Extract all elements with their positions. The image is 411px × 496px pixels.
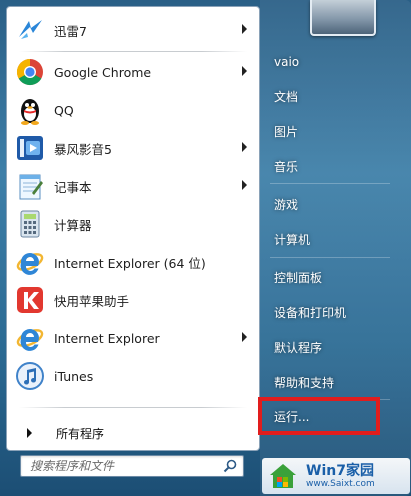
- right-item-label: vaio: [274, 55, 300, 69]
- right-item-label: 文档: [274, 89, 299, 104]
- search-icon[interactable]: [223, 459, 237, 473]
- right-item-pictures[interactable]: 图片: [262, 118, 400, 144]
- program-item-baofeng[interactable]: 暴风影音5: [11, 130, 257, 166]
- run-highlight-box: [258, 397, 380, 435]
- right-item-label: 音乐: [274, 159, 299, 174]
- program-label: QQ: [54, 102, 74, 118]
- divider: [19, 407, 247, 408]
- all-programs-label: 所有程序: [56, 426, 105, 441]
- program-label: 暴风影音5: [54, 141, 112, 157]
- chrome-icon: [14, 56, 46, 88]
- submenu-arrow-icon[interactable]: [242, 332, 247, 342]
- program-item-chrome[interactable]: Google Chrome: [11, 54, 257, 90]
- program-item-notepad[interactable]: 记事本: [11, 168, 257, 204]
- submenu-arrow-icon[interactable]: [242, 24, 247, 34]
- divider: [270, 183, 390, 184]
- right-item-label: 设备和打印机: [274, 305, 347, 320]
- start-menu: 迅雷7 Google Chrome QQ 暴风影音5 记事本 计算器 Inter…: [0, 0, 411, 496]
- right-item-computer[interactable]: 计算机: [262, 226, 400, 252]
- program-item-ie[interactable]: Internet Explorer: [11, 320, 257, 356]
- right-item-documents[interactable]: 文档: [262, 83, 400, 109]
- right-item-devices-printers[interactable]: 设备和打印机: [262, 299, 400, 325]
- right-item-default-programs[interactable]: 默认程序: [262, 334, 400, 360]
- divider: [270, 257, 390, 258]
- program-item-calculator[interactable]: 计算器: [11, 206, 257, 242]
- watermark-url: www.Saixt.com: [306, 479, 375, 489]
- all-programs-button[interactable]: 所有程序: [11, 421, 257, 445]
- program-label: Internet Explorer (64 位): [54, 255, 206, 271]
- ie-icon: [14, 246, 46, 278]
- watermark: Win7家园 www.Saixt.com: [262, 458, 410, 494]
- program-label: 记事本: [54, 179, 92, 195]
- program-label: 快用苹果助手: [54, 293, 130, 309]
- itunes-icon: [14, 360, 46, 392]
- submenu-arrow-icon[interactable]: [242, 180, 247, 190]
- program-item-itunes[interactable]: iTunes: [11, 358, 257, 394]
- user-picture[interactable]: [310, 0, 376, 36]
- right-item-help-support[interactable]: 帮助和支持: [262, 369, 400, 395]
- qq-penguin-icon: [14, 94, 46, 126]
- kuaiyong-icon: [14, 284, 46, 316]
- baofeng-icon: [14, 132, 46, 164]
- search-box: [20, 455, 244, 477]
- program-item-ie64[interactable]: Internet Explorer (64 位): [11, 244, 257, 280]
- program-label: 迅雷7: [54, 23, 87, 39]
- divider: [19, 51, 247, 52]
- submenu-arrow-icon[interactable]: [242, 142, 247, 152]
- right-item-games[interactable]: 游戏: [262, 191, 400, 217]
- program-label: Google Chrome: [54, 64, 152, 80]
- program-item-xunlei[interactable]: 迅雷7: [11, 12, 257, 48]
- ie-icon: [14, 322, 46, 354]
- program-item-qq[interactable]: QQ: [11, 92, 257, 128]
- right-item-user-folder[interactable]: vaio: [262, 49, 400, 75]
- right-item-label: 计算机: [274, 232, 311, 247]
- program-label: 计算器: [54, 217, 92, 233]
- right-item-music[interactable]: 音乐: [262, 153, 400, 179]
- right-item-label: 帮助和支持: [274, 375, 335, 390]
- right-item-label: 游戏: [274, 197, 299, 212]
- program-item-kuaiyong[interactable]: 快用苹果助手: [11, 282, 257, 318]
- right-item-label: 控制面板: [274, 270, 323, 285]
- house-logo-icon: [270, 464, 296, 488]
- right-item-control-panel[interactable]: 控制面板: [262, 264, 400, 290]
- watermark-title: Win7家园: [306, 463, 374, 479]
- notepad-icon: [14, 170, 46, 202]
- thunder-bird-icon: [14, 14, 46, 46]
- calculator-icon: [14, 208, 46, 240]
- right-item-label: 图片: [274, 124, 299, 139]
- submenu-arrow-icon[interactable]: [242, 66, 247, 76]
- program-label: iTunes: [54, 368, 94, 384]
- right-item-label: 默认程序: [274, 340, 323, 355]
- search-input[interactable]: [21, 456, 220, 476]
- arrow-right-icon: [27, 428, 32, 438]
- program-list-panel: 迅雷7 Google Chrome QQ 暴风影音5 记事本 计算器 Inter…: [6, 6, 260, 451]
- program-label: Internet Explorer: [54, 330, 160, 346]
